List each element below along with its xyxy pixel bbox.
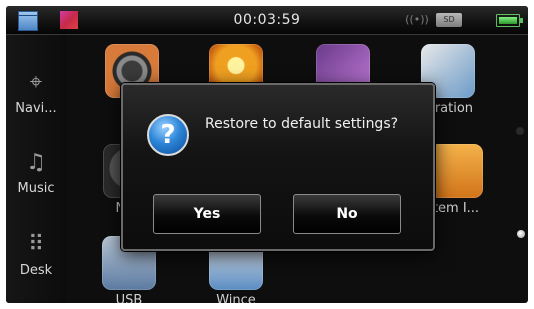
crosshair-icon: ⌖: [29, 70, 43, 95]
app-system-info[interactable]: tem I...: [426, 144, 486, 216]
music-note-icon: ♫: [26, 150, 46, 175]
question-icon: ?: [147, 114, 189, 156]
sidebar: ⌖ Navi... ♫ Music ⠿ Desk: [6, 35, 66, 303]
device-screen: 00:03:59 ((•)) SD ⌖ Navi... ♫ Music ⠿ De…: [6, 6, 528, 303]
sidebar-item-music[interactable]: ♫ Music: [6, 149, 66, 196]
page-indicator-active: [517, 230, 525, 238]
yes-button[interactable]: Yes: [153, 194, 261, 234]
restore-defaults-dialog: ? Restore to default settings? Yes No: [121, 83, 435, 251]
system-info-icon: [429, 144, 483, 198]
grid-icon: ⠿: [27, 232, 45, 257]
sidebar-item-label: Desk: [19, 263, 53, 278]
signal-icon: ((•)): [405, 13, 429, 26]
page-indicator-inactive: [516, 127, 524, 135]
app-label: USB: [115, 293, 143, 303]
sidebar-item-label: Music: [17, 181, 55, 196]
sidebar-item-label: Navi...: [15, 101, 57, 116]
status-bar: 00:03:59 ((•)) SD: [6, 6, 528, 35]
app-label: tem I...: [432, 201, 480, 216]
sd-card-icon: SD: [436, 13, 462, 27]
dialog-message: Restore to default settings?: [205, 116, 399, 132]
battery-icon: [496, 14, 523, 27]
sidebar-item-navi[interactable]: ⌖ Navi...: [6, 69, 66, 116]
app-label: Wince: [216, 293, 256, 303]
no-button[interactable]: No: [293, 194, 401, 234]
sidebar-item-desk[interactable]: ⠿ Desk: [6, 231, 66, 278]
